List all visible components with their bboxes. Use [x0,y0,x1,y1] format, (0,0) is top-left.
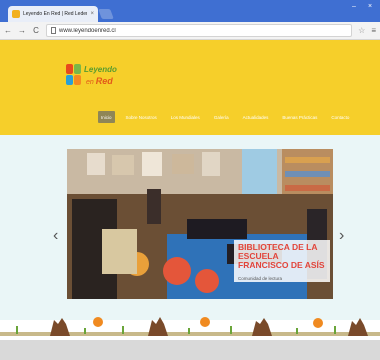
browser-menu-icon[interactable]: ≡ [371,26,376,35]
nav-item-actualidades[interactable]: Actualidades [240,111,272,123]
nav-item-sobre-nosotros[interactable]: Sobre Nosotros [123,111,160,123]
forward-icon[interactable]: → [18,26,26,35]
new-tab-button[interactable] [98,9,114,19]
tab-close-icon[interactable]: × [90,11,94,17]
main-nav: Inicio Sobre Nosotros Los Mundiales Gale… [98,111,352,123]
decorative-trees-strip [0,312,380,342]
next-slide-arrow-icon[interactable]: › [339,227,344,245]
slide-caption-subtitle: Comunidad de lectura [238,276,283,281]
url-input[interactable] [59,27,348,34]
nav-item-los-mundiales[interactable]: Los Mundiales [168,111,203,123]
tree-stumps-decoration [0,317,380,336]
site-logo[interactable]: Leyendo en Red [66,60,117,96]
nav-item-inicio[interactable]: Inicio [98,111,115,123]
nav-item-buenas-practicas[interactable]: Buenas Prácticas [279,111,320,123]
site-header: Leyendo en Red Inicio Sobre Nosotros Los… [0,40,380,135]
prev-slide-arrow-icon[interactable]: ‹ [53,227,58,245]
logo-text-red: en Red [86,76,113,86]
slide-caption-title: BIBLIOTECA DE LA ESCUELA FRANCISCO DE AS… [238,242,325,270]
bookmark-star-icon[interactable]: ☆ [358,26,365,35]
minimize-icon[interactable]: – [352,3,356,10]
page-icon [51,27,56,34]
browser-tab-bar: Leyendo En Red | Red Leden × – × [0,0,380,22]
nav-item-galeria[interactable]: Galería [211,111,232,123]
window-close-icon[interactable]: × [368,3,372,10]
url-field[interactable] [46,24,353,37]
site-favicon-icon [12,10,20,18]
back-icon[interactable]: ← [4,26,12,35]
hero-slider: ‹ BIBLIOTECA DE LA ESCUELA FRANCISCO DE … [0,135,380,320]
browser-tab[interactable]: Leyendo En Red | Red Leden × [8,6,98,22]
reload-icon[interactable]: C [32,26,40,35]
address-bar: ← → C ☆ ≡ [0,22,380,40]
nav-item-contacto[interactable]: Contacto [328,111,352,123]
site-footer [0,340,380,360]
logo-blocks-icon [66,64,82,86]
tab-title: Leyendo En Red | Red Leden [23,11,88,17]
logo-text-leyendo: Leyendo [84,65,117,74]
